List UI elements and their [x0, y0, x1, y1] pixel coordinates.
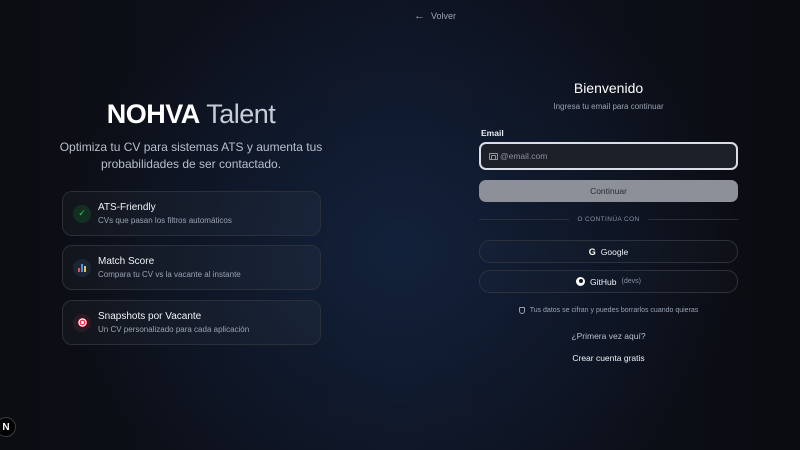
google-signin-button[interactable]: G Google: [479, 240, 738, 263]
bar-chart-icon: [73, 258, 91, 277]
email-field[interactable]: [479, 142, 738, 170]
divider: O CONTINÚA CON: [479, 216, 738, 223]
dev-tools-badge[interactable]: N: [0, 417, 16, 437]
divider-line-left: [479, 219, 570, 220]
email-label: Email: [481, 128, 504, 138]
feature-title: ATS-Friendly: [98, 202, 156, 213]
shield-icon: [518, 307, 525, 314]
feature-title: Match Score: [98, 256, 155, 267]
feature-card-match-score: Match Score Compara tu CV vs la vacante …: [62, 245, 321, 290]
arrow-left-icon: ←: [414, 10, 425, 22]
github-label: GitHub: [590, 276, 617, 287]
google-icon: G: [588, 246, 596, 257]
id-card-icon: [489, 152, 498, 160]
brand-tagline: Optimiza tu CV para sistemas ATS y aumen…: [59, 140, 323, 171]
github-note: (devs): [621, 278, 641, 285]
feature-description: Compara tu CV vs la vacante al instante: [98, 270, 241, 279]
brand-logo: NOHVA Talent: [0, 99, 382, 130]
feature-description: CVs que pasan los filtros automáticos: [98, 216, 232, 225]
back-link[interactable]: ← Volver: [414, 10, 457, 22]
continue-button[interactable]: Continuar: [479, 180, 738, 202]
github-signin-button[interactable]: GitHub (devs): [479, 270, 738, 293]
back-link-label: Volver: [431, 11, 457, 21]
check-icon: ✓: [73, 204, 91, 223]
feature-description: Un CV personalizado para cada aplicación: [98, 325, 250, 334]
brand-name-bold: NOHVA: [106, 99, 201, 129]
brand-name-light: Talent: [206, 99, 276, 129]
feature-title: Snapshots por Vacante: [98, 311, 202, 322]
first-time-text: ¿Primera vez aquí?: [571, 331, 646, 341]
privacy-text: Tus datos se cifran y puedes borrarlos c…: [529, 307, 699, 314]
target-icon: [73, 313, 91, 332]
divider-line-right: [647, 219, 738, 220]
create-account-link[interactable]: Crear cuenta gratis: [479, 353, 738, 363]
feature-card-ats: ✓ ATS-Friendly CVs que pasan los filtros…: [62, 191, 321, 236]
login-title: Bienvenido: [573, 80, 644, 96]
divider-text: O CONTINÚA CON: [577, 216, 640, 223]
feature-card-snapshots: Snapshots por Vacante Un CV personalizad…: [62, 300, 321, 345]
github-icon: [576, 277, 586, 286]
email-input[interactable]: [500, 151, 720, 161]
privacy-notice: Tus datos se cifran y puedes borrarlos c…: [479, 307, 738, 314]
login-subtitle: Ingresa tu email para continuar: [553, 102, 664, 111]
google-label: Google: [600, 246, 629, 257]
